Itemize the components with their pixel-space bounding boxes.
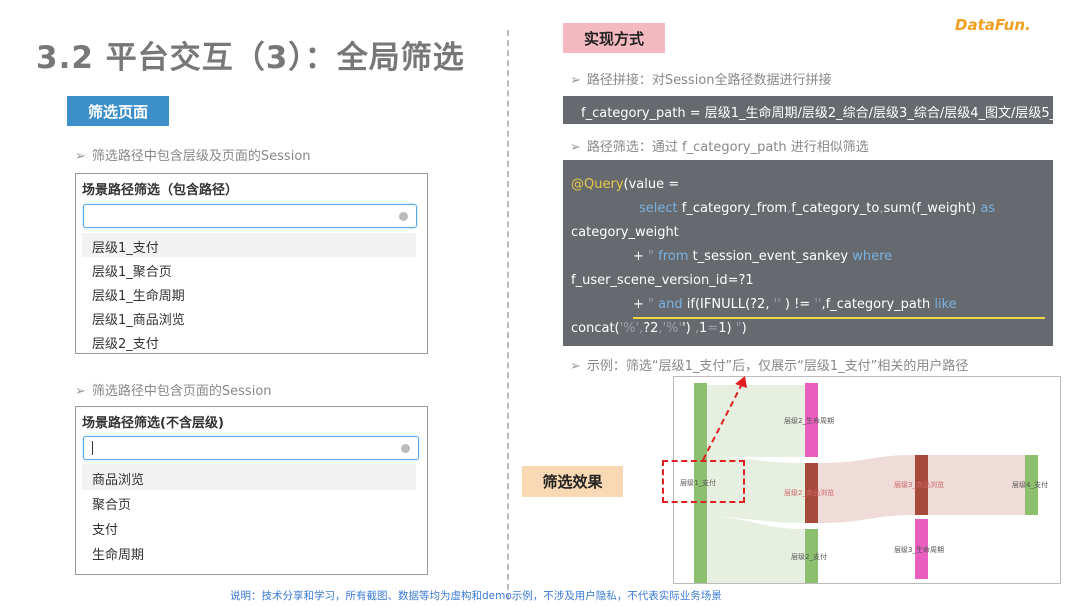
query-code-block: @Query(value = select f_category_from,f_…	[563, 160, 1053, 346]
code-text: ,f_category_path	[821, 297, 931, 312]
code-text: if(IFNULL(?2,	[686, 297, 770, 312]
label-n4: 层级2_支付	[791, 552, 827, 561]
code-text: f_category_to	[791, 201, 880, 216]
code-line-6: + " and if(IFNULL(?2, '' ) != '',f_categ…	[633, 297, 957, 312]
option-item[interactable]: 商品浏览	[92, 469, 144, 488]
filter-page-badge: 筛选页面	[67, 96, 169, 126]
clear-icon[interactable]	[401, 444, 410, 453]
bullet-text: 路径拼接：对Session全路径数据进行拼接	[586, 73, 832, 88]
code-keyword: where	[852, 249, 893, 264]
option-item[interactable]: 支付	[92, 519, 118, 538]
label-n6: 层级3_生命周期	[894, 545, 944, 554]
panel-title: 场景路径筛选（包含路径）	[82, 183, 239, 198]
filter-effect-badge: 筛选效果	[522, 466, 623, 497]
code-line-3: category_weight	[571, 225, 679, 240]
code-text: 1)	[718, 321, 732, 336]
arrow-bullet-icon: ➢	[75, 149, 86, 164]
highlight-box	[662, 460, 745, 503]
bullet-text: 路径筛选：通过 f_category_path 进行相似筛选	[586, 140, 869, 155]
code-text: concat(	[571, 321, 620, 336]
code-line-7: concat('%',?2,'%'') ,1=1) ")	[571, 321, 747, 336]
vertical-divider	[507, 30, 509, 600]
bullet-text: 筛选路径中包含页面的Session	[91, 384, 272, 399]
bullet-text: 示例：筛选“层级1_支付”后，仅展示“层级1_支付”相关的用户路径	[586, 359, 969, 374]
code-text: sum(f_weight)	[883, 201, 977, 216]
label-n2: 层级2_生命周期	[784, 416, 834, 425]
code-text: )	[741, 321, 747, 336]
label-n3: 层级2_商品浏览	[784, 488, 834, 497]
text-cursor	[92, 441, 93, 455]
code-line-2: select f_category_from,f_category_to,sum…	[639, 201, 996, 216]
code-underline	[633, 317, 1045, 319]
code-line-5: f_user_scene_version_id=?1	[571, 273, 754, 288]
highlight-arrow	[702, 376, 747, 461]
bullet-path-concat: ➢ 路径拼接：对Session全路径数据进行拼接	[570, 69, 832, 88]
arrow-bullet-icon: ➢	[570, 140, 581, 155]
code-text: ?2	[643, 321, 659, 336]
code-keyword: select	[639, 201, 678, 216]
bullet-example: ➢ 示例：筛选“层级1_支付”后，仅展示“层级1_支付”相关的用户路径	[570, 355, 968, 374]
code-keyword: from	[658, 249, 689, 264]
option-item[interactable]: 层级1_支付	[92, 237, 159, 256]
code-keyword: like	[934, 297, 957, 312]
path-filter-input[interactable]	[83, 204, 417, 228]
implementation-badge: 实现方式	[563, 23, 665, 53]
code-keyword: and	[658, 297, 683, 312]
option-item[interactable]: 聚合页	[92, 494, 131, 513]
page-filter-input[interactable]	[83, 436, 419, 460]
arrow-bullet-icon: ➢	[75, 384, 86, 399]
code-annotation: @Query	[571, 177, 624, 192]
code-text: ) !=	[784, 297, 811, 312]
label-n7: 层级4_支付	[1012, 480, 1048, 489]
bullet-filter-page-only: ➢ 筛选路径中包含页面的Session	[75, 380, 272, 399]
code-text: t_session_event_sankey	[692, 249, 849, 264]
arrow-bullet-icon: ➢	[570, 359, 581, 374]
label-n5: 层级3_商品浏览	[894, 480, 944, 489]
footnote: 说明：技术分享和学习，所有截图、数据等均为虚构和demo示例，不涉及用户隐私，不…	[230, 590, 722, 602]
bullet-text: 筛选路径中包含层级及页面的Session	[91, 149, 311, 164]
bullet-filter-with-level: ➢ 筛选路径中包含层级及页面的Session	[75, 145, 311, 164]
arrow-line	[702, 381, 744, 461]
code-text: (value =	[623, 177, 680, 192]
code-text: +	[633, 297, 644, 312]
option-item[interactable]: 层级1_商品浏览	[92, 309, 185, 328]
clear-icon[interactable]	[399, 212, 408, 221]
scene-path-filter-no-level-panel: 场景路径筛选(不含层级) 商品浏览 聚合页 支付 生命周期	[75, 406, 428, 575]
code-line-1: @Query(value =	[571, 177, 679, 192]
option-item[interactable]: 生命周期	[92, 544, 144, 563]
code-text: ')	[682, 321, 691, 336]
option-item[interactable]: 层级2_支付	[92, 333, 159, 352]
arrow-bullet-icon: ➢	[570, 73, 581, 88]
path-code-text: f_category_path = 层级1_生命周期/层级2_综合/层级3_综合…	[581, 106, 1057, 121]
path-code-bar: f_category_path = 层级1_生命周期/层级2_综合/层级3_综合…	[563, 96, 1057, 124]
code-text: +	[633, 249, 644, 264]
slide-title: 3.2 平台交互（3）：全局筛选	[36, 40, 465, 76]
panel-title: 场景路径筛选(不含层级)	[82, 416, 224, 431]
code-text: f_category_from	[681, 201, 788, 216]
scene-path-filter-panel: 场景路径筛选（包含路径） 层级1_支付 层级1_聚合页 层级1_生命周期 层级1…	[75, 173, 428, 354]
datafun-logo: DataFun.	[955, 16, 1031, 34]
option-item[interactable]: 层级1_生命周期	[92, 285, 185, 304]
bullet-path-filter: ➢ 路径筛选：通过 f_category_path 进行相似筛选	[570, 136, 869, 155]
code-line-4: + " from t_session_event_sankey where	[633, 249, 893, 264]
option-item[interactable]: 层级1_聚合页	[92, 261, 172, 280]
code-keyword: as	[980, 201, 996, 216]
flow-l1-to-n4	[707, 517, 805, 583]
